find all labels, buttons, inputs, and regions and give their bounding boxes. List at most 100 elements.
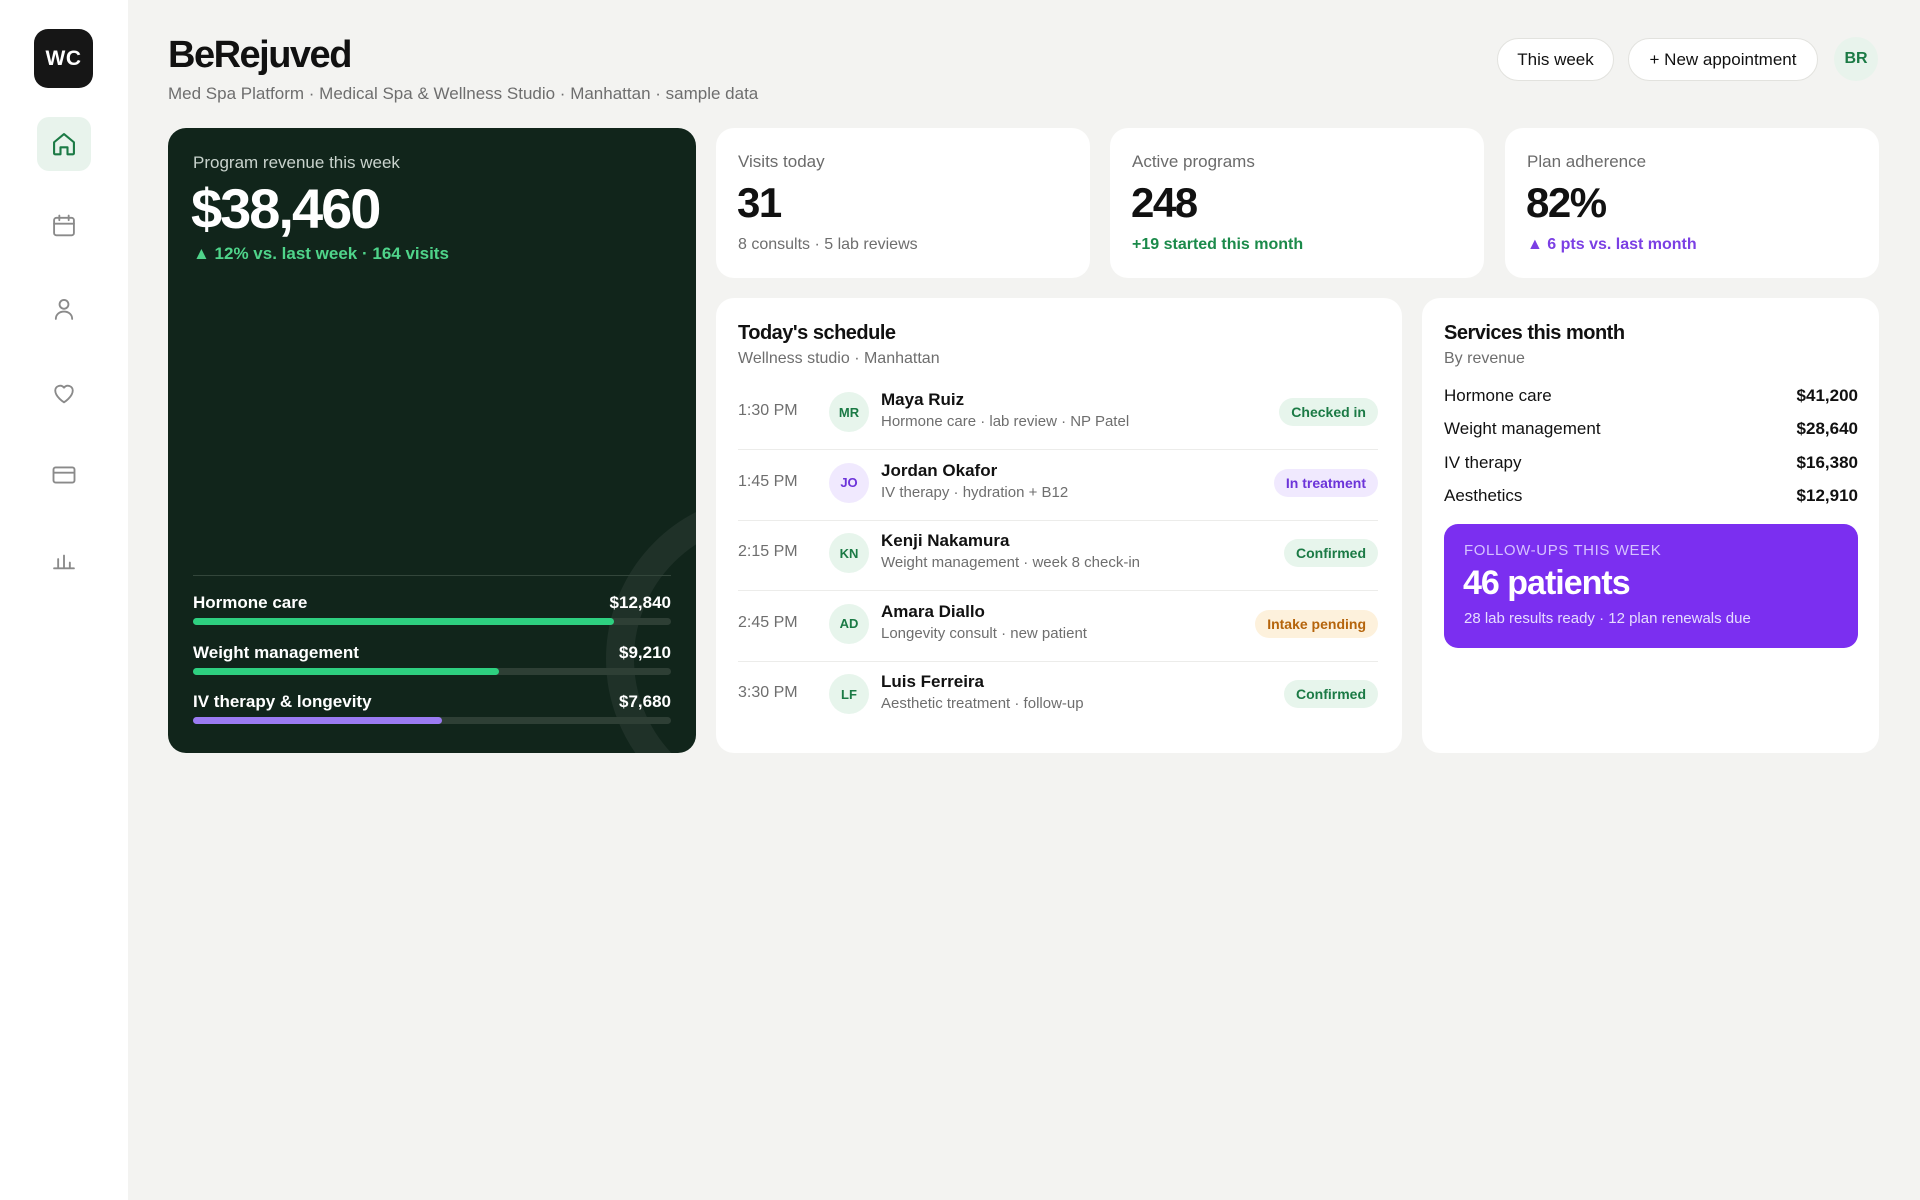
sidebar-item-billing[interactable]: [37, 448, 91, 502]
sidebar-item-home[interactable]: [37, 117, 91, 171]
followups-sub: 28 lab results ready · 12 plan renewals …: [1464, 610, 1751, 627]
sidebar-item-patients[interactable]: [37, 282, 91, 336]
appointment-time: 1:30 PM: [738, 402, 798, 419]
kpi-value: 31: [737, 179, 782, 226]
revenue-row-amount: $7,680: [619, 692, 671, 711]
service-amount: $16,380: [1796, 453, 1858, 472]
appointment-time: 1:45 PM: [738, 472, 798, 490]
app-logo[interactable]: WC: [34, 29, 93, 88]
divider: [193, 575, 671, 576]
patient-avatar: KN: [829, 533, 869, 573]
sidebar: WC: [0, 0, 128, 1200]
service-row[interactable]: Hormone care $41,200: [1444, 386, 1858, 410]
schedule-row[interactable]: 3:30 PM LF Luis Ferreira Aesthetic treatmen…: [738, 662, 1378, 732]
this-week-button[interactable]: This week: [1497, 38, 1614, 81]
program-revenue-card: Program revenue this week $38,460 ▲ 12% …: [168, 128, 696, 753]
page-subtitle: Med Spa Platform · Medical Spa & Wellnes…: [168, 84, 759, 103]
revenue-row-amount: $12,840: [609, 593, 671, 612]
service-name: IV therapy: [1444, 453, 1522, 472]
patient-avatar: JO: [829, 462, 869, 503]
patient-name[interactable]: Maya Ruiz: [881, 390, 964, 410]
appointment-time: 2:45 PM: [738, 613, 798, 631]
active-programs-card: Active programs 248 +19 started this mon…: [1110, 128, 1484, 278]
status-badge: Intake pending: [1255, 609, 1378, 638]
appointment-detail: IV therapy · hydration + B12: [881, 483, 1069, 501]
followups-banner[interactable]: FOLLOW-UPS THIS WEEK 46 patients 28 lab …: [1444, 524, 1858, 648]
service-row[interactable]: Weight management $28,640: [1444, 419, 1858, 443]
revenue-row-amount: $9,210: [619, 643, 671, 662]
revenue-delta: ▲ 12% vs. last week · 164 visits: [193, 244, 449, 263]
schedule-row[interactable]: 1:45 PM JO Jordan Okafor IV therapy · hydra…: [738, 451, 1378, 521]
kpi-label: Visits today: [738, 152, 825, 171]
sidebar-item-reports[interactable]: [37, 532, 91, 586]
visits-today-card: Visits today 31 8 consults · 5 lab revie…: [716, 128, 1090, 278]
new-appointment-button[interactable]: + New appointment: [1628, 38, 1818, 81]
service-amount: $28,640: [1796, 419, 1858, 438]
patient-name[interactable]: Jordan Okafor: [881, 461, 997, 481]
service-amount: $12,910: [1796, 486, 1858, 505]
service-amount: $41,200: [1796, 386, 1858, 405]
patient-name[interactable]: Amara Diallo: [881, 602, 985, 622]
heart-icon: [54, 384, 74, 404]
sidebar-item-wellness[interactable]: [37, 366, 91, 420]
patient-avatar: AD: [829, 603, 869, 644]
patient-avatar: LF: [829, 674, 869, 714]
kpi-sub: 8 consults · 5 lab reviews: [738, 236, 918, 253]
appointment-detail: Aesthetic treatment · follow-up: [881, 695, 1084, 712]
page-title: BeRejuved: [168, 34, 352, 76]
kpi-value: 82%: [1526, 179, 1607, 226]
appointment-time: 3:30 PM: [738, 684, 798, 701]
followups-label: FOLLOW-UPS THIS WEEK: [1464, 542, 1662, 559]
revenue-row-label: IV therapy & longevity: [193, 692, 372, 711]
patient-name[interactable]: Kenji Nakamura: [881, 531, 1010, 551]
patient-name[interactable]: Luis Ferreira: [881, 672, 984, 692]
kpi-label: Active programs: [1132, 152, 1255, 171]
plan-adherence-card: Plan adherence 82% ▲ 6 pts vs. last mont…: [1505, 128, 1879, 278]
schedule-title: Today's schedule: [738, 322, 896, 344]
revenue-bar-track: [193, 668, 671, 675]
patient-avatar: MR: [829, 392, 869, 432]
schedule-row[interactable]: 2:45 PM AD Amara Diallo Longevity consult ·…: [738, 592, 1378, 662]
service-name: Weight management: [1444, 419, 1601, 438]
kpi-sub: ▲ 6 pts vs. last month: [1527, 236, 1697, 253]
service-name: Aesthetics: [1444, 486, 1523, 505]
appointment-time: 2:15 PM: [738, 543, 798, 560]
service-name: Hormone care: [1444, 386, 1552, 405]
followups-value: 46 patients: [1463, 564, 1631, 602]
bar-chart-icon: [53, 554, 75, 570]
schedule-row[interactable]: 2:15 PM KN Kenji Nakamura Weight management…: [738, 521, 1378, 591]
revenue-value: $38,460: [191, 177, 381, 240]
revenue-row-label: Hormone care: [193, 593, 308, 612]
avatar[interactable]: BR: [1834, 37, 1878, 81]
revenue-bar-fill: [193, 668, 499, 675]
service-row[interactable]: Aesthetics $12,910: [1444, 486, 1858, 510]
status-badge: Confirmed: [1284, 680, 1378, 708]
sidebar-item-calendar[interactable]: [37, 199, 91, 253]
status-badge: In treatment: [1273, 468, 1378, 497]
revenue-bar-fill: [193, 618, 614, 625]
status-badge: Checked in: [1279, 398, 1378, 426]
status-badge: Confirmed: [1284, 539, 1378, 567]
services-subtitle: By revenue: [1444, 350, 1525, 367]
appointment-detail: Weight management · week 8 check-in: [881, 554, 1141, 571]
credit-card-icon: [52, 466, 76, 484]
services-card: Services this month By revenue Hormone c…: [1422, 298, 1879, 753]
services-title: Services this month: [1444, 322, 1625, 344]
revenue-label: Program revenue this week: [193, 153, 400, 172]
appointment-detail: Hormone care · lab review · NP Patel: [881, 413, 1130, 430]
kpi-label: Plan adherence: [1527, 152, 1647, 171]
user-icon: [54, 298, 74, 320]
schedule-row[interactable]: 1:30 PM MR Maya Ruiz Hormone care · lab rev…: [738, 380, 1378, 450]
revenue-bar-track: [193, 618, 671, 625]
appointment-detail: Longevity consult · new patient: [881, 624, 1087, 642]
revenue-bar-track: [193, 717, 671, 724]
calendar-icon: [53, 214, 75, 237]
kpi-value: 248: [1131, 179, 1198, 226]
revenue-bar-fill: [193, 717, 442, 724]
schedule-subtitle: Wellness studio · Manhattan: [738, 350, 940, 367]
revenue-row-label: Weight management: [193, 643, 359, 662]
kpi-sub: +19 started this month: [1132, 236, 1304, 253]
schedule-card: Today's schedule Wellness studio · Manha…: [716, 298, 1402, 753]
service-row[interactable]: IV therapy $16,380: [1444, 453, 1858, 477]
home-icon: [53, 133, 75, 156]
